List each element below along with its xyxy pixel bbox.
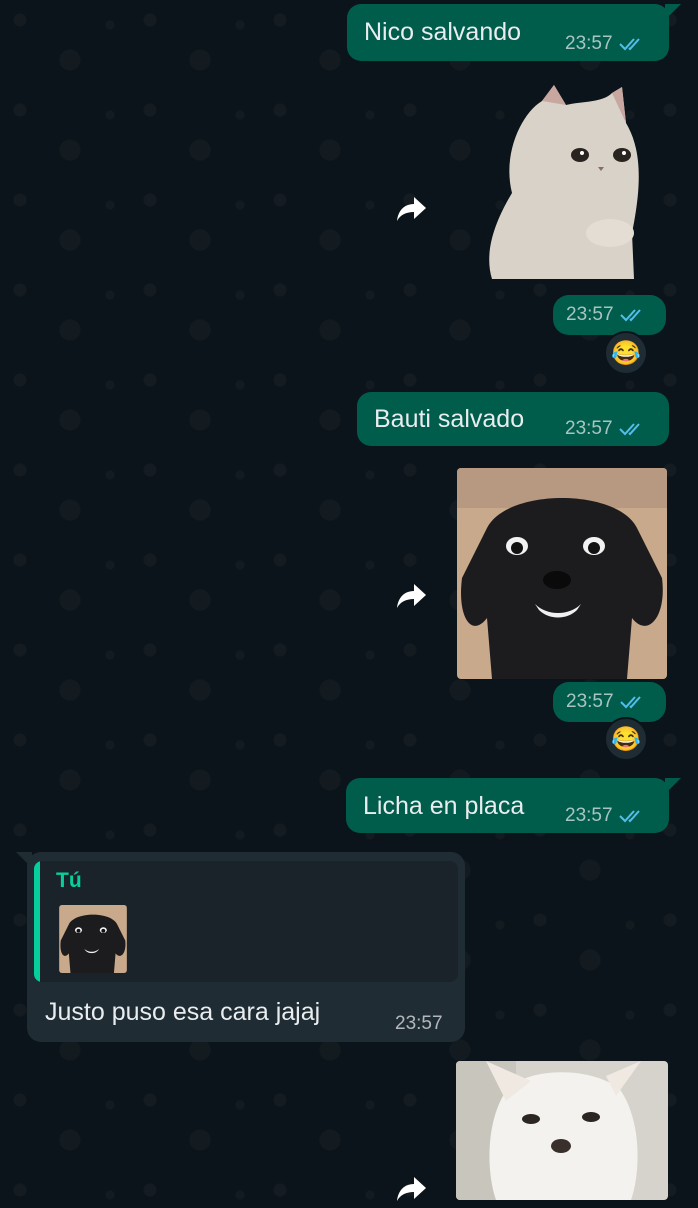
message-time: 23:57: [395, 1013, 443, 1034]
black-dog-thumbnail: [59, 905, 127, 973]
message-text: Licha en placa: [363, 792, 525, 820]
message-meta: 23:57: [565, 418, 645, 440]
message-time: 23:57: [566, 691, 614, 712]
bubble-tail: [665, 4, 681, 20]
message-time: 23:57: [565, 418, 613, 439]
double-check-icon: [618, 810, 640, 823]
message-meta: 23:57: [566, 304, 646, 326]
quoted-sticker-thumbnail: [59, 905, 127, 973]
outgoing-message[interactable]: Bauti salvado 23:57: [357, 392, 669, 446]
smiling-black-dog-sticker[interactable]: [457, 468, 667, 679]
bubble-tail: [665, 778, 681, 794]
reaction-badge[interactable]: 😂: [604, 331, 648, 375]
message-time: 23:57: [565, 805, 613, 826]
incoming-message[interactable]: Tú Justo puso esa cara jajaj 23:57: [27, 852, 465, 1042]
reaction-emoji: 😂: [611, 725, 641, 753]
message-meta: 23:57: [565, 805, 645, 827]
message-meta: 23:57: [566, 691, 646, 713]
outgoing-message[interactable]: Nico salvando 23:57: [347, 4, 669, 61]
double-check-icon: [618, 38, 640, 51]
message-meta: 23:57: [395, 1013, 443, 1035]
message-time: 23:57: [566, 304, 614, 325]
outgoing-message[interactable]: Licha en placa 23:57: [346, 778, 669, 833]
double-check-icon: [619, 696, 641, 709]
quoted-message[interactable]: Tú: [34, 861, 458, 982]
crying-cat-sticker[interactable]: [482, 83, 644, 281]
message-text: Nico salvando: [364, 18, 522, 46]
message-meta: 23:57: [565, 33, 645, 55]
white-chihuahua-sticker[interactable]: [456, 1061, 668, 1200]
quote-accent-bar: [34, 861, 40, 982]
message-text: Bauti salvado: [374, 405, 525, 433]
sticker-time-pill: 23:57: [553, 682, 666, 722]
message-time: 23:57: [565, 33, 613, 54]
forward-icon[interactable]: [392, 188, 432, 228]
quote-author: Tú: [56, 869, 82, 892]
reaction-emoji: 😂: [611, 339, 641, 367]
crying-cat-image: [489, 85, 639, 279]
sticker-time-pill: 23:57: [553, 295, 666, 335]
forward-icon[interactable]: [392, 575, 432, 615]
double-check-icon: [618, 423, 640, 436]
reaction-badge[interactable]: 😂: [604, 717, 648, 761]
forward-icon[interactable]: [392, 1168, 432, 1208]
message-text: Justo puso esa cara jajaj: [45, 998, 321, 1026]
double-check-icon: [619, 309, 641, 322]
chihuahua-image: [456, 1061, 668, 1200]
black-dog-image: [457, 468, 667, 679]
